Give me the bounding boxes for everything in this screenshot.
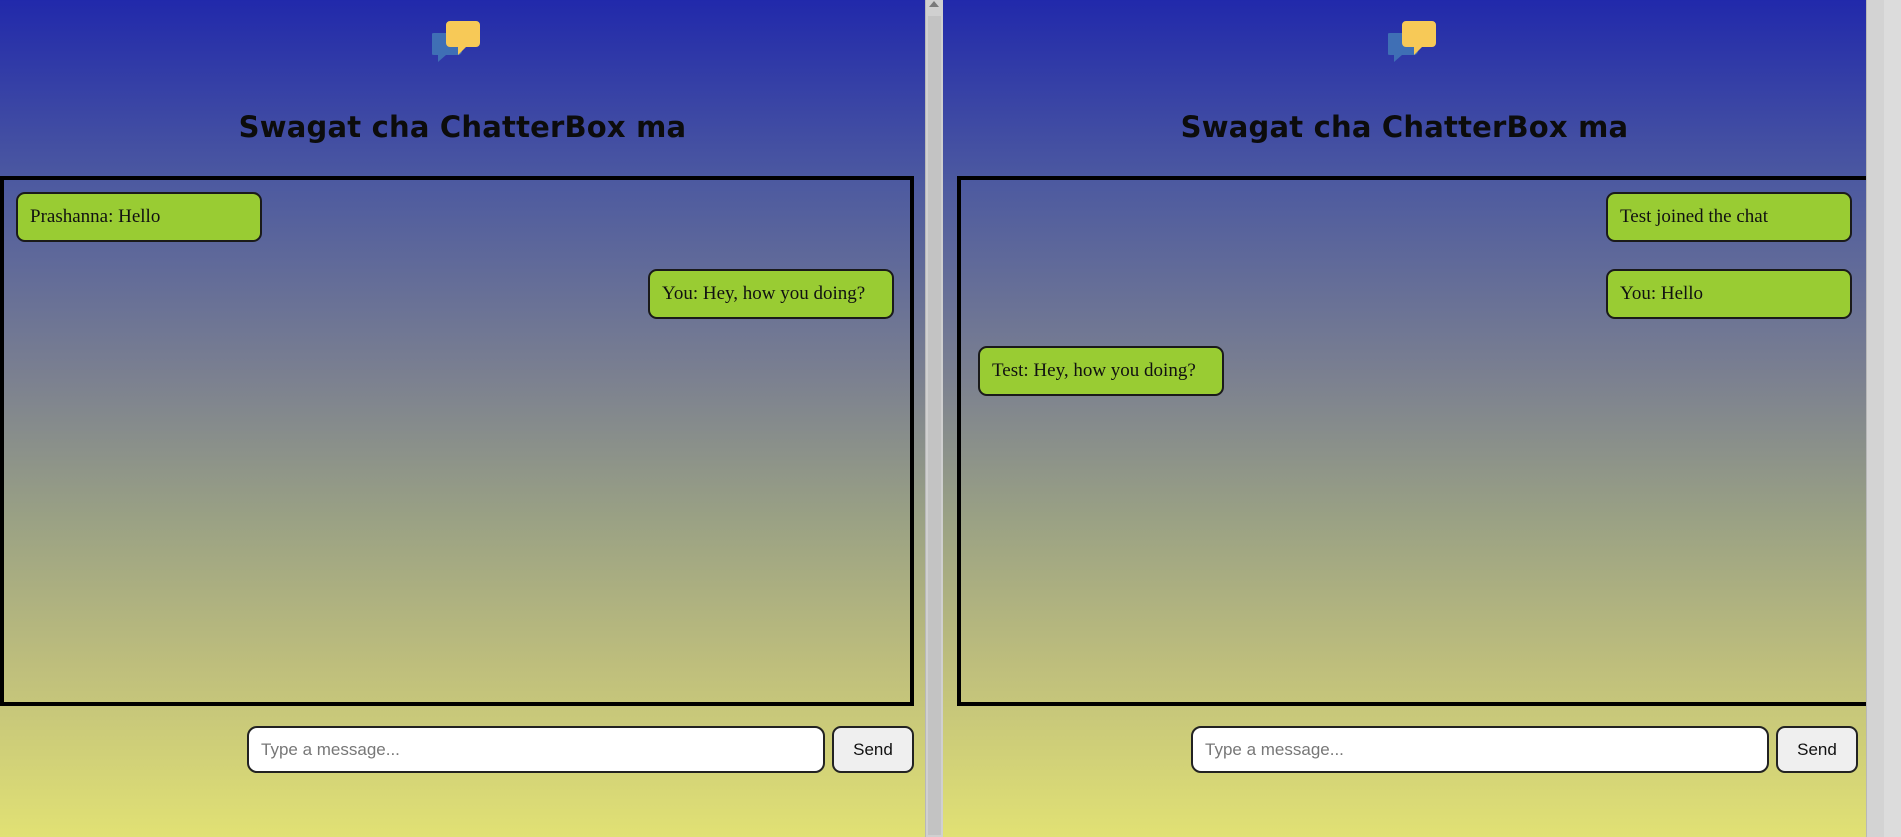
message-bubble: Test joined the chat — [1606, 192, 1852, 242]
message-bubble: Prashanna: Hello — [16, 192, 262, 242]
scrollbar[interactable] — [925, 0, 943, 837]
message-input[interactable] — [247, 726, 825, 773]
message-input[interactable] — [1191, 726, 1769, 773]
left-chat-window: Swagat cha ChatterBox ma Prashanna: Hell… — [0, 0, 925, 837]
right-chat-window: Swagat cha ChatterBox ma Test joined the… — [943, 0, 1884, 837]
page-title: Swagat cha ChatterBox ma — [1180, 110, 1629, 144]
screen: Swagat cha ChatterBox ma Prashanna: Hell… — [0, 0, 1901, 837]
scrollbar-thumb[interactable] — [928, 16, 941, 835]
page-title: Swagat cha ChatterBox ma — [238, 110, 687, 144]
message-list: Prashanna: Hello You: Hey, how you doing… — [0, 176, 914, 706]
composer: Send — [0, 726, 914, 773]
message-bubble: Test: Hey, how you doing? — [978, 346, 1224, 396]
message-list: Test joined the chat You: Hello Test: He… — [957, 176, 1872, 706]
scrollbar[interactable] — [1866, 0, 1884, 837]
send-button[interactable]: Send — [832, 726, 914, 773]
send-button[interactable]: Send — [1776, 726, 1858, 773]
message-bubble: You: Hey, how you doing? — [648, 269, 894, 319]
chat-bubbles-icon — [430, 19, 482, 69]
scroll-up-arrow-icon[interactable] — [929, 1, 939, 7]
chat-bubbles-icon — [1386, 19, 1438, 69]
message-bubble: You: Hello — [1606, 269, 1852, 319]
composer: Send — [943, 726, 1872, 773]
